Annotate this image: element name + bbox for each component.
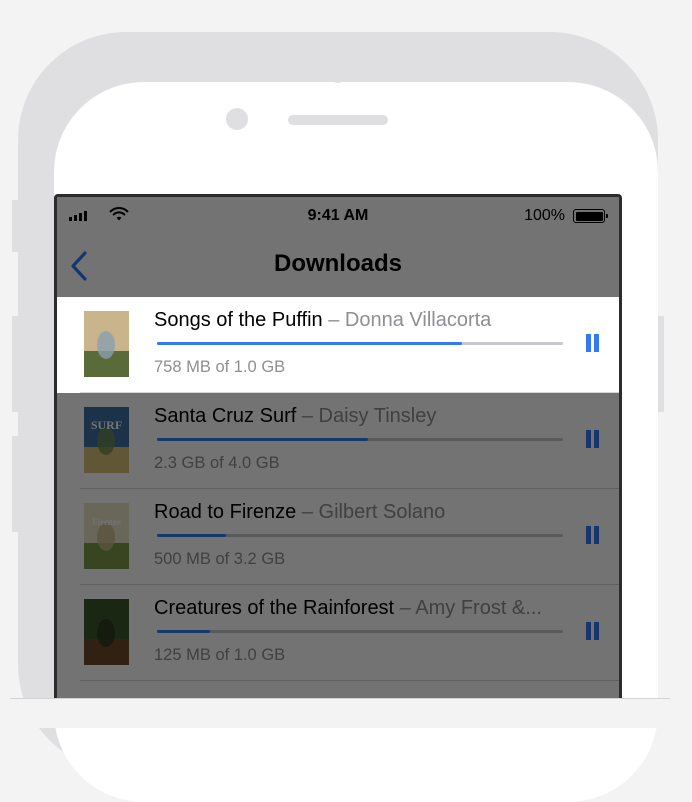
pause-icon[interactable] [582,332,606,356]
pause-icon[interactable] [582,620,606,644]
download-row-3[interactable]: Firenze Road to Firenze – Gilbert Solano… [57,489,619,585]
download-progress-bar [157,534,563,537]
download-row-2[interactable]: SURF Santa Cruz Surf – Daisy Tinsley 2.3… [57,393,619,489]
book-cover: SURF [84,407,129,473]
download-size: 2.3 GB of 4.0 GB [154,454,280,472]
book-cover [84,599,129,665]
title-separator: – [296,405,319,427]
downloads-list: Songs of the Puffin – Donna Villacorta 7… [57,297,619,681]
battery-icon [573,209,608,223]
svg-text:Firenze: Firenze [92,517,121,527]
page-title: Downloads [273,250,402,277]
download-title-line: Creatures of the Rainforest – Amy Frost … [154,597,564,620]
download-size: 758 MB of 1.0 GB [154,358,286,376]
navigation-bar: Downloads [57,235,619,297]
download-size: 500 MB of 3.2 GB [154,550,286,568]
title-separator: – [296,501,319,523]
book-author: Donna Villacorta [344,309,492,331]
status-bar: 9:41 AM 100% [57,197,619,235]
proximity-sensor [226,108,248,130]
book-title: Songs of the Puffin [154,309,323,331]
pause-icon[interactable] [582,524,606,548]
phone-screen: 9:41 AM 100% Downloads Songs of the Puff… [54,194,622,704]
title-separator: – [322,309,345,331]
book-author: Gilbert Solano [318,501,446,523]
download-progress-bar [157,342,563,345]
download-progress-bar [157,438,563,441]
download-progress-fill [157,534,227,537]
svg-text:SURF: SURF [91,418,122,432]
book-title: Creatures of the Rainforest [154,597,395,619]
download-size: 125 MB of 1.0 GB [154,646,286,664]
pause-icon[interactable] [582,428,606,452]
download-progress-fill [157,342,462,345]
download-row-4[interactable]: Creatures of the Rainforest – Amy Frost … [57,585,619,681]
download-progress-fill [157,630,210,633]
download-progress-bar [157,630,563,633]
book-title: Road to Firenze [154,501,297,523]
book-title: Santa Cruz Surf [154,405,297,427]
download-title-line: Road to Firenze – Gilbert Solano [154,501,564,524]
earpiece-speaker [288,115,388,125]
download-title-line: Songs of the Puffin – Donna Villacorta [154,309,564,332]
book-cover: Firenze [84,503,129,569]
battery-percent: 100% [524,207,565,224]
book-cover [84,311,129,377]
download-row-1[interactable]: Songs of the Puffin – Donna Villacorta 7… [57,297,619,393]
title-separator: – [394,597,416,619]
book-author: Amy Frost &... [415,597,542,619]
download-progress-fill [157,438,369,441]
front-camera [331,69,345,83]
book-author: Daisy Tinsley [318,405,437,427]
download-title-line: Santa Cruz Surf – Daisy Tinsley [154,405,564,428]
